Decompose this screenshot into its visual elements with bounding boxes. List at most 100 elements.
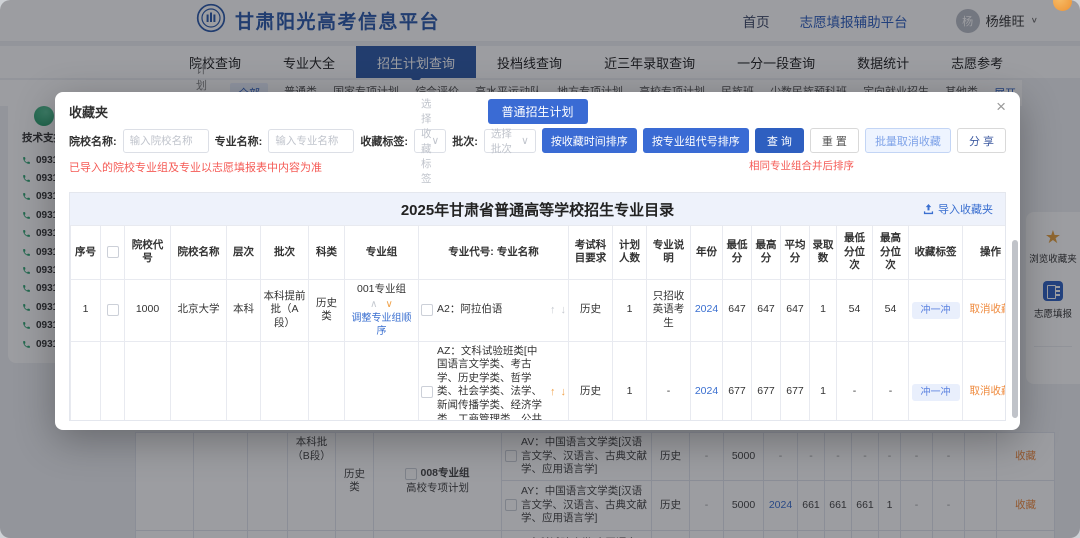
table-cell: 1 — [613, 341, 647, 421]
year-link[interactable]: 2024 — [695, 385, 718, 397]
table-cell: 001专业组∧ ∨调整专业组顺序 — [345, 279, 419, 341]
move-major-down-icon[interactable]: ↓ — [561, 303, 567, 317]
table-cell: 历史类 — [309, 279, 345, 341]
col-header: 专业组 — [345, 226, 419, 280]
table-cell: 2024 — [691, 279, 723, 341]
year-link[interactable]: 2024 — [695, 303, 718, 315]
table-cell: - — [647, 341, 691, 421]
table-cell: 647 — [723, 279, 752, 341]
table-cell: - — [837, 341, 873, 421]
move-group-up-icon[interactable]: ∧ — [370, 298, 377, 311]
table-scrollbar[interactable] — [1012, 240, 1018, 418]
col-header: 科类 — [309, 226, 345, 280]
batch-label: 批次: — [452, 133, 478, 149]
share-button[interactable]: 分 享 — [957, 128, 1006, 153]
table-cell: 1 — [71, 279, 101, 341]
cancel-favorite-link[interactable]: 取消收藏 — [970, 385, 1007, 397]
batch-cancel-button[interactable]: 批量取消收藏 — [865, 128, 951, 153]
chevron-down-icon: ∨ — [432, 135, 440, 147]
col-header: 计划人数 — [613, 226, 647, 280]
tag-label: 收藏标签: — [360, 133, 408, 149]
col-header: 录取数 — [810, 226, 837, 280]
table-cell: 历史 — [569, 341, 613, 421]
col-header: 院校名称 — [171, 226, 227, 280]
col-header: 操作 — [963, 226, 1007, 280]
reset-button[interactable]: 重 置 — [810, 128, 859, 153]
note-row: 已导入的院校专业组及专业以志愿填报表中内容为准 相同专业组合并后排序 — [55, 153, 1020, 175]
table-cell: 只招收英语考生 — [647, 279, 691, 341]
table-cell: 677 — [723, 341, 752, 421]
import-icon — [923, 204, 934, 215]
plan-type-button[interactable]: 普通招生计划 — [487, 99, 587, 124]
table-cell: 冲一冲 — [909, 341, 963, 421]
col-header: 最低分位次 — [837, 226, 873, 280]
table-cell: 本科批（C段） — [261, 341, 309, 421]
table-cell: 北京大学 — [171, 341, 227, 421]
table-cell: 1 — [613, 279, 647, 341]
import-note: 已导入的院校专业组及专业以志愿填报表中内容为准 — [69, 162, 322, 174]
major-name-label: 专业名称: — [215, 133, 263, 149]
table-cell: 1000 — [125, 279, 171, 341]
strategy-tag: 冲一冲 — [912, 384, 960, 401]
close-icon[interactable]: × — [996, 98, 1006, 115]
batch-select[interactable]: 选择批次∨ — [484, 129, 536, 153]
table-cell: 1 — [810, 279, 837, 341]
major-name: A2：阿拉伯语 — [437, 303, 546, 317]
col-header: 年份 — [691, 226, 723, 280]
table-cell: 54 — [873, 279, 909, 341]
move-major-down-icon[interactable]: ↓ — [561, 385, 567, 399]
app-window: 甘肃阳光高考信息平台 首页 志愿填报辅助平台 杨 杨维旺 ∨ 院校查询专业大全招… — [0, 0, 1080, 538]
favorites-table-wrap: 2025年甘肃省普通高等学校招生专业目录 导入收藏夹 序号院校代号院校名称层次批… — [69, 192, 1006, 421]
col-header: 最高分 — [752, 226, 781, 280]
strategy-tag: 冲一冲 — [912, 302, 960, 319]
major-checkbox[interactable] — [421, 304, 433, 316]
cancel-favorite-link[interactable]: 取消收藏 — [970, 303, 1007, 315]
table-cell: 2024 — [691, 341, 723, 421]
col-header: 专业说明 — [647, 226, 691, 280]
table-cell: 2 — [71, 341, 101, 421]
table-cell: 冲一冲 — [909, 279, 963, 341]
table-cell: 本科提前批（A段） — [261, 279, 309, 341]
col-header: 最高分位次 — [873, 226, 909, 280]
sort-by-group-button[interactable]: 按专业组代号排序 — [643, 128, 749, 153]
table-cell: 1 — [810, 341, 837, 421]
filter-row: 院校名称: 专业名称: 收藏标签: 选择收藏标签∨ 批次: 选择批次∨ 按收藏时… — [55, 122, 1020, 153]
table-cell: 647 — [781, 279, 810, 341]
table-row: 11000北京大学本科本科提前批（A段）历史类001专业组∧∨调整专业组顺序A2… — [71, 279, 1007, 341]
col-header: 收藏标签 — [909, 226, 963, 280]
col-header — [101, 226, 125, 280]
major-checkbox[interactable] — [421, 386, 433, 398]
sort-by-time-button[interactable]: 按收藏时间排序 — [542, 128, 637, 153]
table-cell: 本科 — [227, 341, 261, 421]
search-button[interactable]: 查 询 — [755, 128, 804, 153]
table-title-bar: 2025年甘肃省普通高等学校招生专业目录 导入收藏夹 — [70, 193, 1005, 225]
col-header: 最低分 — [723, 226, 752, 280]
table-cell: 取消收藏 — [963, 279, 1007, 341]
school-name-label: 院校名称: — [69, 133, 117, 149]
table-cell: 647 — [752, 279, 781, 341]
group-checkbox[interactable] — [107, 304, 119, 316]
modal-title: 收藏夹 — [69, 105, 108, 120]
col-header: 批次 — [261, 226, 309, 280]
select-all-checkbox[interactable] — [107, 246, 119, 258]
table-cell: 历史类 — [309, 341, 345, 421]
move-group-down-icon[interactable]: ∨ — [386, 298, 393, 311]
major-name-input[interactable] — [268, 129, 354, 153]
table-cell — [101, 279, 125, 341]
col-header: 平均分 — [781, 226, 810, 280]
col-header: 考试科目要求 — [569, 226, 613, 280]
major-name: AZ：文科试验班类[中国语言文学类、考古学、历史学类、哲学类、社会学类、法学、新… — [437, 345, 546, 421]
major-group-name: 001专业组 — [357, 283, 406, 297]
move-major-up-icon[interactable]: ↑ — [550, 303, 556, 317]
table-row: 21000北京大学本科本科批（C段）历史类011专业组∧∨调整专业组顺序AZ：文… — [71, 341, 1007, 421]
table-cell: 54 — [837, 279, 873, 341]
tag-select[interactable]: 选择收藏标签∨ — [414, 129, 446, 153]
school-name-input[interactable] — [123, 129, 209, 153]
modal-header: 收藏夹 普通招生计划 × — [55, 92, 1020, 122]
col-header: 层次 — [227, 226, 261, 280]
import-favorites-link[interactable]: 导入收藏夹 — [923, 201, 993, 217]
adjust-group-order-link[interactable]: 调整专业组顺序 — [347, 312, 416, 338]
table-cell: AZ：文科试验班类[中国语言文学类、考古学、历史学类、哲学类、社会学类、法学、新… — [419, 341, 569, 421]
col-header: 院校代号 — [125, 226, 171, 280]
move-major-up-icon[interactable]: ↑ — [550, 385, 556, 399]
